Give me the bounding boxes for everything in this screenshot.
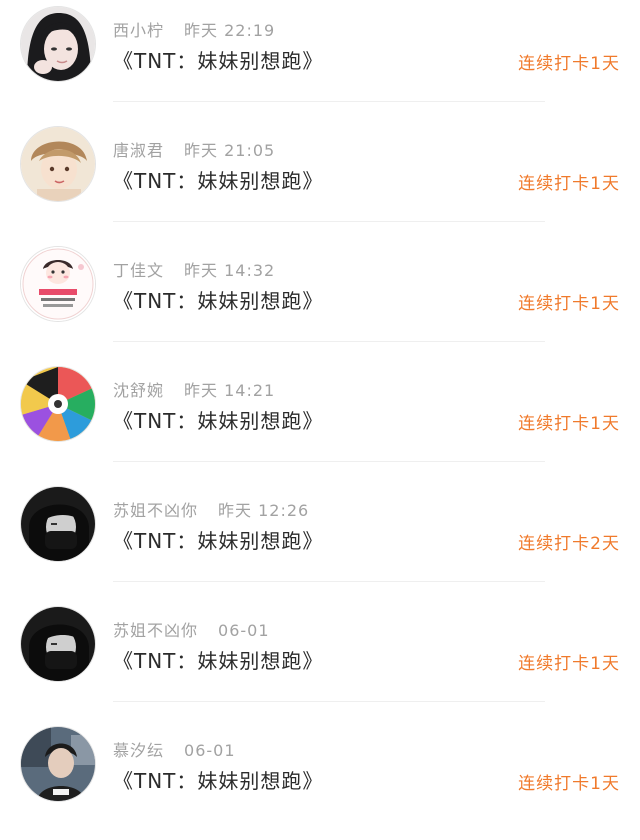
streak-label: 连续打卡1天	[518, 54, 620, 74]
divider	[113, 581, 545, 582]
user-name[interactable]: 丁佳文	[113, 261, 164, 280]
book-title[interactable]: 《TNT：妹妹别想跑》	[113, 165, 323, 194]
timestamp: 昨天 21:05	[184, 141, 276, 160]
user-name[interactable]: 慕汐纭	[113, 741, 164, 760]
book-title[interactable]: 《TNT：妹妹别想跑》	[113, 525, 323, 554]
book-title[interactable]: 《TNT：妹妹别想跑》	[113, 45, 323, 74]
avatar[interactable]	[21, 367, 95, 441]
checkin-list: 西小柠 昨天 22:19 《TNT：妹妹别想跑》 连续打卡1天 唐淑君 昨天 21:…	[0, 0, 640, 813]
avatar-colorful-collage-icon	[21, 367, 95, 441]
user-name[interactable]: 沈舒婉	[113, 381, 164, 400]
list-item[interactable]: 慕汐纭 06-01 《TNT：妹妹别想跑》 连续打卡1天	[0, 720, 640, 840]
divider	[113, 341, 545, 342]
user-name[interactable]: 苏姐不凶你	[113, 621, 198, 640]
timestamp: 06-01	[184, 741, 236, 760]
list-item[interactable]: 苏姐不凶你 06-01 《TNT：妹妹别想跑》 连续打卡1天	[0, 600, 640, 720]
book-title[interactable]: 《TNT：妹妹别想跑》	[113, 645, 323, 674]
avatar-boy-photo-icon	[21, 727, 95, 801]
streak-label: 连续打卡1天	[518, 294, 620, 314]
streak-label: 连续打卡1天	[518, 414, 620, 434]
list-item[interactable]: 苏姐不凶你 昨天 12:26 《TNT：妹妹别想跑》 连续打卡2天	[0, 480, 640, 600]
avatar[interactable]	[21, 7, 95, 81]
user-name[interactable]: 唐淑君	[113, 141, 164, 160]
book-title[interactable]: 《TNT：妹妹别想跑》	[113, 405, 323, 434]
timestamp: 昨天 14:32	[184, 261, 276, 280]
book-title[interactable]: 《TNT：妹妹别想跑》	[113, 285, 323, 314]
list-item[interactable]: 沈舒婉 昨天 14:21 《TNT：妹妹别想跑》 连续打卡1天	[0, 360, 640, 480]
divider	[113, 101, 545, 102]
avatar-dark-masked-photo-icon	[21, 487, 95, 561]
streak-label: 连续打卡2天	[518, 534, 620, 554]
avatar-dark-masked-photo-icon	[21, 607, 95, 681]
book-title[interactable]: 《TNT：妹妹别想跑》	[113, 765, 323, 794]
timestamp: 昨天 22:19	[184, 21, 276, 40]
avatar-girl-photo-icon	[21, 7, 95, 81]
timestamp: 昨天 14:21	[184, 381, 276, 400]
avatar[interactable]	[21, 607, 95, 681]
avatar[interactable]	[21, 247, 95, 321]
timestamp: 06-01	[218, 621, 270, 640]
streak-label: 连续打卡1天	[518, 174, 620, 194]
divider	[113, 221, 545, 222]
list-item[interactable]: 丁佳文 昨天 14:32 《TNT：妹妹别想跑》 连续打卡1天	[0, 240, 640, 360]
avatar-illustrated-boy-icon	[21, 127, 95, 201]
divider	[113, 461, 545, 462]
avatar-cartoon-sticker-icon	[21, 247, 95, 321]
user-name[interactable]: 苏姐不凶你	[113, 501, 198, 520]
divider	[113, 701, 545, 702]
list-item[interactable]: 唐淑君 昨天 21:05 《TNT：妹妹别想跑》 连续打卡1天	[0, 120, 640, 240]
streak-label: 连续打卡1天	[518, 774, 620, 794]
avatar[interactable]	[21, 727, 95, 801]
avatar[interactable]	[21, 127, 95, 201]
streak-label: 连续打卡1天	[518, 654, 620, 674]
timestamp: 昨天 12:26	[218, 501, 310, 520]
avatar[interactable]	[21, 487, 95, 561]
user-name[interactable]: 西小柠	[113, 21, 164, 40]
list-item[interactable]: 西小柠 昨天 22:19 《TNT：妹妹别想跑》 连续打卡1天	[0, 0, 640, 120]
